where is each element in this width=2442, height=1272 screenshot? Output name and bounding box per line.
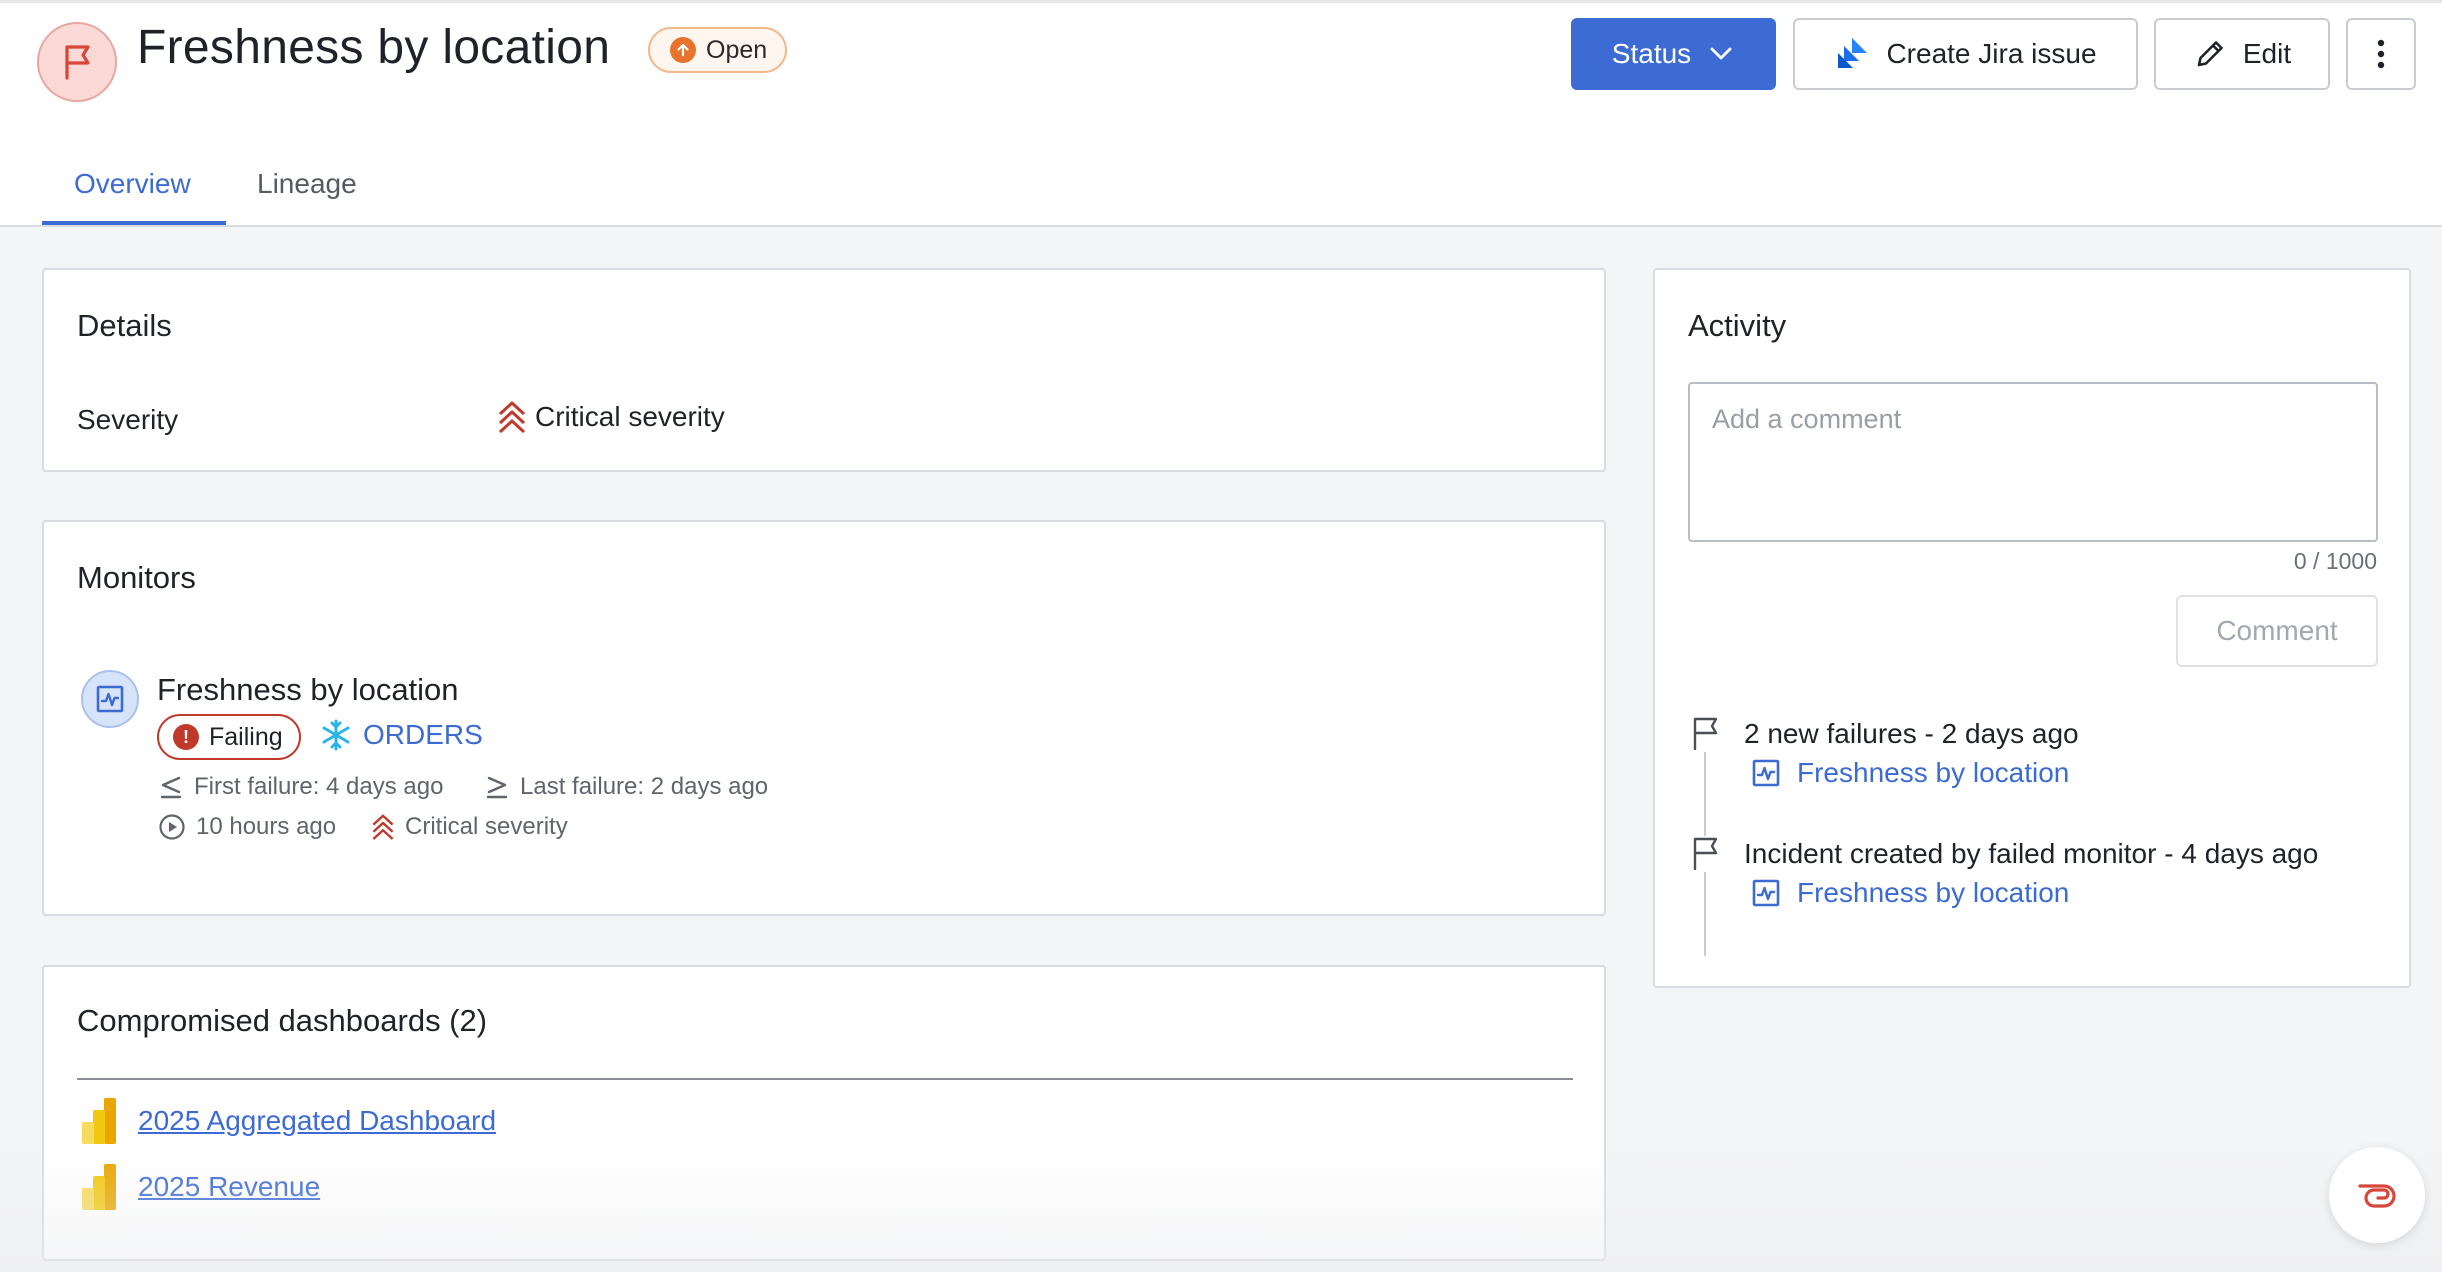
dashboard-link[interactable]: 2025 Aggregated Dashboard xyxy=(138,1105,496,1137)
severity-value-label: Critical severity xyxy=(535,401,725,432)
chevron-down-icon xyxy=(1710,47,1732,60)
help-chat-button[interactable] xyxy=(2329,1147,2425,1243)
greater-than-or-equal-icon xyxy=(486,776,508,799)
dashboard-item: 2025 Aggregated Dashboard xyxy=(82,1098,496,1144)
activity-title: Activity xyxy=(1688,308,1787,343)
table-name: ORDERS xyxy=(363,719,483,750)
last-run: 10 hours ago xyxy=(158,813,336,841)
compromised-dashboards-card: Compromised dashboards (2) 2025 Aggregat… xyxy=(42,965,1606,1261)
activity-monitor-link[interactable]: Freshness by location xyxy=(1751,877,2069,909)
comment-input[interactable] xyxy=(1688,382,2378,542)
power-bi-icon xyxy=(82,1164,116,1210)
severity-value: Critical severity xyxy=(497,400,725,434)
activity-event-text: Incident created by failed monitor - 4 d… xyxy=(1744,838,2319,869)
status-button-label: Status xyxy=(1611,38,1692,69)
dashboard-link[interactable]: 2025 Revenue xyxy=(138,1171,320,1203)
arrow-up-icon xyxy=(670,37,696,63)
first-failure: First failure: 4 days ago xyxy=(158,773,443,801)
pencil-icon xyxy=(2197,41,2223,67)
activity-monitor-link[interactable]: Freshness by location xyxy=(1751,757,2069,789)
monitors-title: Monitors xyxy=(77,560,196,595)
activity-event-text: 2 new failures - 2 days ago xyxy=(1744,718,2079,749)
details-card: Details Severity Critical severity xyxy=(42,268,1606,472)
last-failure-label: Last failure: 2 days ago xyxy=(520,773,769,800)
edit-button[interactable]: Edit xyxy=(2154,18,2330,90)
more-options-button[interactable] xyxy=(2346,18,2416,90)
active-tab-indicator xyxy=(42,221,226,225)
tab-overview[interactable]: Overview xyxy=(74,168,191,200)
activity-card: Activity 0 / 1000 Comment 2 new failures… xyxy=(1653,268,2411,988)
activity-monitor-link-label: Freshness by location xyxy=(1797,877,2070,908)
less-than-or-equal-icon xyxy=(160,776,182,799)
critical-severity-icon xyxy=(498,401,526,434)
monitor-severity-label: Critical severity xyxy=(405,813,568,840)
play-circle-icon xyxy=(159,814,185,840)
last-failure: Last failure: 2 days ago xyxy=(484,773,768,801)
monitor-icon xyxy=(81,670,139,728)
tab-lineage[interactable]: Lineage xyxy=(257,168,357,200)
edit-button-label: Edit xyxy=(2242,38,2292,69)
failing-badge: ! Failing xyxy=(157,714,301,760)
status-button[interactable]: Status xyxy=(1571,18,1776,90)
page-title: Freshness by location xyxy=(137,21,611,74)
status-badge-label: Open xyxy=(706,35,768,64)
monitor-icon xyxy=(1752,759,1780,787)
divider xyxy=(77,1078,1573,1080)
top-border xyxy=(0,0,2442,3)
support-chat-icon xyxy=(2358,1184,2396,1208)
failing-badge-label: Failing xyxy=(209,722,283,751)
dashboard-item: 2025 Revenue xyxy=(82,1164,320,1210)
incident-flag-icon xyxy=(37,22,117,102)
last-run-label: 10 hours ago xyxy=(196,813,337,840)
monitor-name[interactable]: Freshness by location xyxy=(157,672,459,708)
monitor-severity: Critical severity xyxy=(371,813,568,841)
details-title: Details xyxy=(77,308,172,343)
severity-label: Severity xyxy=(77,404,179,435)
create-jira-issue-label: Create Jira issue xyxy=(1886,38,2097,69)
first-failure-label: First failure: 4 days ago xyxy=(194,773,444,800)
power-bi-icon xyxy=(82,1098,116,1144)
flag-icon xyxy=(1693,717,1718,750)
character-counter: 0 / 1000 xyxy=(2293,548,2377,574)
timeline-line xyxy=(1704,872,1706,956)
activity-monitor-link-label: Freshness by location xyxy=(1797,757,2070,788)
alert-icon: ! xyxy=(173,724,199,750)
monitors-card: Monitors Freshness by location ! Failing… xyxy=(42,520,1606,916)
table-link-orders[interactable]: ORDERS xyxy=(319,718,483,752)
more-vertical-icon xyxy=(2377,39,2385,69)
snowflake-icon xyxy=(322,719,350,751)
critical-severity-icon xyxy=(372,814,394,840)
create-jira-issue-button[interactable]: Create Jira issue xyxy=(1793,18,2138,90)
status-badge: Open xyxy=(648,27,788,73)
flag-icon xyxy=(1693,837,1718,870)
comment-button[interactable]: Comment xyxy=(2176,595,2378,667)
dashboards-title: Compromised dashboards (2) xyxy=(77,1003,488,1038)
incident-header: Freshness by location Open Status Create… xyxy=(0,0,2442,227)
monitor-icon xyxy=(1752,879,1780,907)
timeline-line xyxy=(1704,752,1706,836)
jira-icon xyxy=(1838,38,1868,68)
